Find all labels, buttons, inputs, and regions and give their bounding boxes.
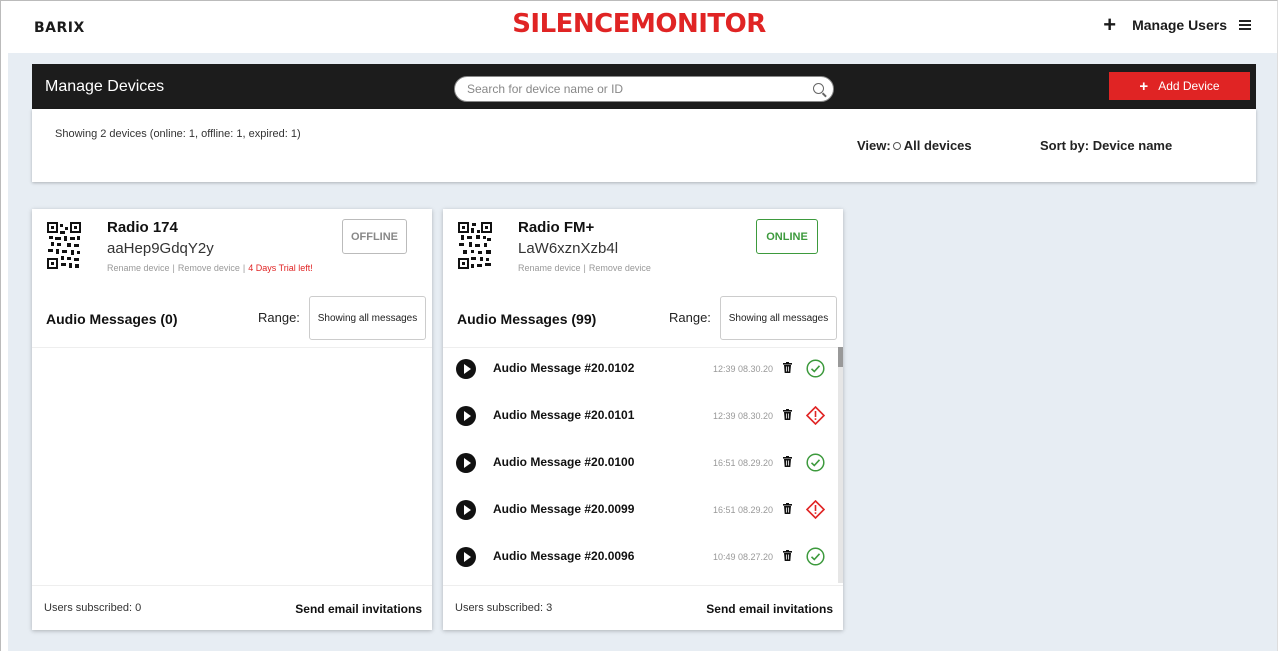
message-title: Audio Message #20.0100 bbox=[493, 455, 635, 469]
trash-icon[interactable] bbox=[783, 550, 792, 561]
rename-device-link[interactable]: Rename device bbox=[518, 263, 581, 273]
audio-message-list: Audio Message #20.0102 12:39 08.30.20 Au… bbox=[443, 349, 843, 585]
scrollbar-thumb[interactable] bbox=[838, 347, 843, 367]
search-input[interactable] bbox=[467, 77, 797, 101]
add-device-label: Add Device bbox=[1158, 79, 1220, 93]
hamburger-menu-icon[interactable] bbox=[1239, 20, 1251, 30]
plus-icon[interactable]: + bbox=[1103, 14, 1116, 36]
audio-messages-header: Audio Messages (0) Range: Showing all me… bbox=[32, 296, 432, 348]
trash-icon[interactable] bbox=[783, 409, 792, 420]
view-value: All devices bbox=[903, 138, 972, 153]
device-id: aaHep9GdqY2y bbox=[107, 240, 214, 257]
trash-icon[interactable] bbox=[783, 362, 792, 373]
list-item[interactable]: Audio Message #20.0096 10:49 08.27.20 bbox=[443, 537, 843, 577]
add-device-button[interactable]: + Add Device bbox=[1109, 72, 1250, 100]
divider: | bbox=[583, 263, 586, 273]
page-title: Manage Devices bbox=[45, 78, 165, 95]
trial-notice: 4 Days Trial left! bbox=[248, 263, 313, 273]
audio-messages-title: Audio Messages (0) bbox=[46, 311, 178, 327]
devices-header-bar: Manage Devices + Add Device bbox=[32, 64, 1256, 109]
device-card: Radio FM+ LaW6xznXzb4l Rename device | Rem… bbox=[443, 209, 843, 630]
status-badge: OFFLINE bbox=[342, 219, 407, 254]
message-timestamp: 10:49 08.27.20 bbox=[712, 552, 773, 562]
play-icon[interactable] bbox=[456, 406, 476, 426]
status-badge: ONLINE bbox=[756, 219, 818, 254]
manage-users-link[interactable]: Manage Users bbox=[1132, 17, 1227, 33]
message-timestamp: 16:51 08.29.20 bbox=[712, 505, 773, 515]
message-timestamp: 12:39 08.30.20 bbox=[712, 411, 773, 421]
play-icon[interactable] bbox=[456, 453, 476, 473]
top-bar: BARIX SILENCEMONITOR + Manage Users bbox=[1, 1, 1277, 53]
radio-icon[interactable] bbox=[892, 141, 901, 150]
device-name: Radio FM+ bbox=[518, 219, 595, 236]
remove-device-link[interactable]: Remove device bbox=[589, 263, 651, 273]
play-icon[interactable] bbox=[456, 500, 476, 520]
range-label: Range: bbox=[258, 310, 300, 325]
device-actions: Rename device | Remove device bbox=[518, 263, 651, 273]
users-subscribed: Users subscribed: 3 bbox=[455, 602, 553, 614]
range-select[interactable]: Showing all messages bbox=[309, 296, 426, 340]
warning-diamond-icon bbox=[806, 406, 825, 425]
remove-device-link[interactable]: Remove device bbox=[178, 263, 240, 273]
divider: | bbox=[172, 263, 175, 273]
message-title: Audio Message #20.0099 bbox=[493, 502, 635, 516]
main-area: Manage Devices + Add Device Showing 2 de… bbox=[8, 53, 1277, 651]
plus-icon: + bbox=[1139, 77, 1149, 95]
list-item[interactable]: Audio Message #20.0099 16:51 08.29.20 bbox=[443, 490, 843, 530]
message-title: Audio Message #20.0096 bbox=[493, 549, 635, 563]
users-subscribed: Users subscribed: 0 bbox=[44, 602, 142, 614]
list-item[interactable]: Audio Message #20.0102 12:39 08.30.20 bbox=[443, 349, 843, 389]
check-circle-icon bbox=[806, 453, 825, 472]
devices-summary: Showing 2 devices (online: 1, offline: 1… bbox=[55, 128, 301, 140]
divider: | bbox=[242, 263, 246, 273]
rename-device-link[interactable]: Rename device bbox=[107, 263, 170, 273]
message-timestamp: 12:39 08.30.20 bbox=[712, 364, 773, 374]
card-footer: Users subscribed: 0 Send email invitatio… bbox=[32, 585, 432, 630]
trash-icon[interactable] bbox=[783, 456, 792, 467]
device-card: Radio 174 aaHep9GdqY2y Rename device | Rem… bbox=[32, 209, 432, 630]
app-brand-title: SILENCEMONITOR bbox=[512, 9, 766, 39]
device-actions: Rename device | Remove device | 4 Days Trial… bbox=[107, 263, 313, 273]
sort-selector[interactable]: Sort by: Device name bbox=[1040, 138, 1172, 153]
message-timestamp: 16:51 08.29.20 bbox=[712, 458, 773, 468]
search-icon[interactable] bbox=[813, 83, 824, 94]
devices-info-bar: Showing 2 devices (online: 1, offline: 1… bbox=[32, 109, 1256, 182]
device-name: Radio 174 bbox=[107, 219, 178, 236]
top-actions: + Manage Users bbox=[1103, 14, 1251, 36]
range-label: Range: bbox=[669, 310, 711, 325]
scrollbar[interactable] bbox=[838, 347, 843, 583]
send-email-invitations-link[interactable]: Send email invitations bbox=[295, 602, 422, 616]
device-id: LaW6xznXzb4l bbox=[518, 240, 619, 257]
view-label: View: bbox=[857, 138, 891, 153]
view-filter[interactable]: View: All devices bbox=[857, 138, 972, 153]
qr-code-icon bbox=[47, 222, 81, 270]
message-title: Audio Message #20.0101 bbox=[493, 408, 635, 422]
card-footer: Users subscribed: 3 Send email invitatio… bbox=[443, 585, 843, 630]
send-email-invitations-link[interactable]: Send email invitations bbox=[706, 602, 833, 616]
play-icon[interactable] bbox=[456, 359, 476, 379]
list-item[interactable]: Audio Message #20.0101 12:39 08.30.20 bbox=[443, 396, 843, 436]
message-title: Audio Message #20.0102 bbox=[493, 361, 635, 375]
qr-code-icon bbox=[458, 222, 492, 270]
warning-diamond-icon bbox=[806, 500, 825, 519]
list-item[interactable]: Audio Message #20.0100 16:51 08.29.20 bbox=[443, 443, 843, 483]
check-circle-icon bbox=[806, 359, 825, 378]
trash-icon[interactable] bbox=[783, 503, 792, 514]
search-box bbox=[454, 76, 834, 102]
audio-messages-title: Audio Messages (99) bbox=[457, 311, 597, 327]
range-select[interactable]: Showing all messages bbox=[720, 296, 837, 340]
play-icon[interactable] bbox=[456, 547, 476, 567]
check-circle-icon bbox=[806, 547, 825, 566]
audio-messages-header: Audio Messages (99) Range: Showing all m… bbox=[443, 296, 843, 348]
